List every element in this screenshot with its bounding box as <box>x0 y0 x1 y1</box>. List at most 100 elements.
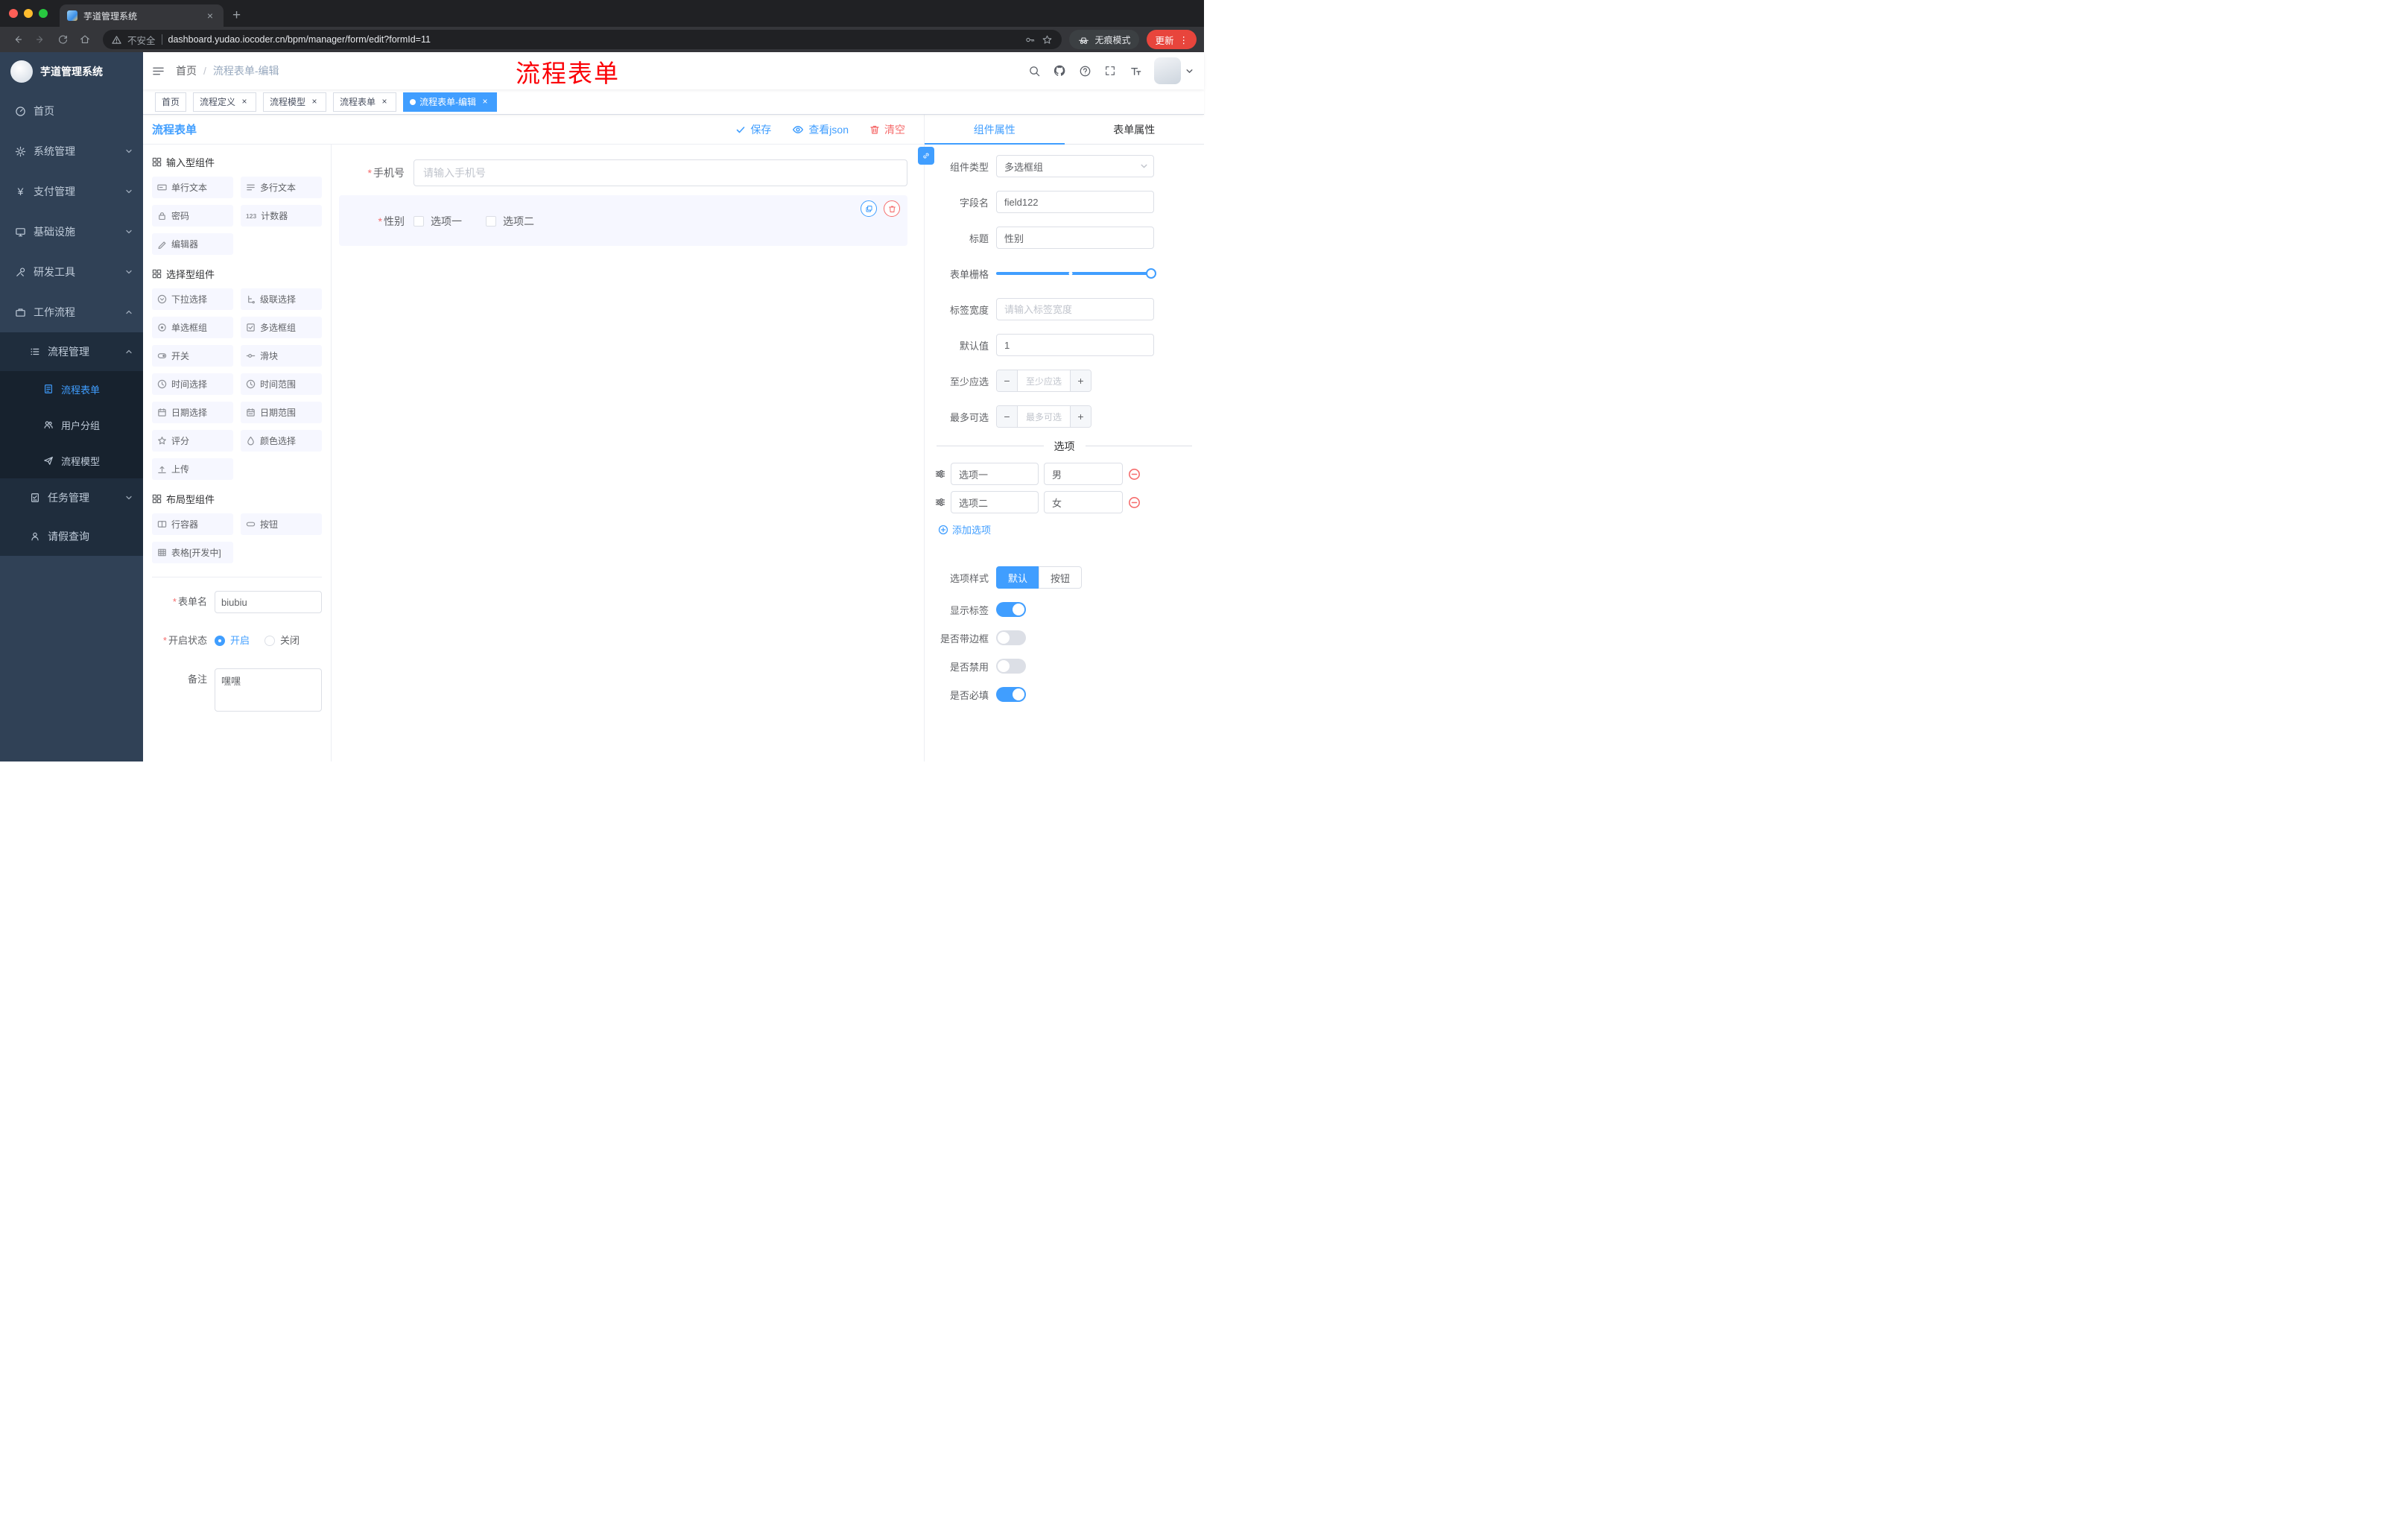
sidebar-item-process-model[interactable]: 流程模型 <box>0 443 143 478</box>
tag-process-model[interactable]: 流程模型 × <box>263 92 327 112</box>
palette-item-cascader[interactable]: 级联选择 <box>241 288 322 310</box>
grid-slider[interactable] <box>996 262 1156 285</box>
option-value-input[interactable] <box>1044 491 1123 513</box>
sidebar-item-payment[interactable]: ¥ 支付管理 <box>0 171 143 212</box>
palette-item-table[interactable]: 表格[开发中] <box>152 542 233 563</box>
view-json-button[interactable]: 查看json <box>792 122 849 137</box>
browser-update-button[interactable]: 更新 ⋮ <box>1147 30 1197 49</box>
avatar[interactable] <box>1154 57 1181 84</box>
gender-option-1[interactable]: 选项一 <box>414 214 462 229</box>
canvas-field-phone[interactable]: * 手机号 <box>339 159 907 186</box>
slider-track[interactable] <box>996 268 1156 279</box>
reload-icon[interactable] <box>52 29 73 50</box>
gender-option-2[interactable]: 选项二 <box>486 214 534 229</box>
sidebar-item-system[interactable]: 系统管理 <box>0 131 143 171</box>
title-input[interactable] <box>996 227 1154 249</box>
style-default-button[interactable]: 默认 <box>996 566 1040 589</box>
stepper-increase-button[interactable]: + <box>1070 406 1091 427</box>
drag-handle-icon[interactable] <box>935 469 945 479</box>
clear-button[interactable]: 清空 <box>869 122 905 137</box>
bookmark-star-icon[interactable] <box>1042 34 1053 45</box>
palette-item-switch[interactable]: 开关 <box>152 345 233 367</box>
stepper-decrease-button[interactable]: − <box>997 406 1018 427</box>
status-radio-off[interactable]: 关闭 <box>264 630 300 652</box>
add-option-button[interactable]: 添加选项 <box>938 522 1204 536</box>
tag-home[interactable]: 首页 <box>155 92 187 112</box>
form-name-input[interactable] <box>215 591 322 613</box>
palette-item-date-range[interactable]: 日期范围 <box>241 402 322 423</box>
palette-item-editor[interactable]: 编辑器 <box>152 233 233 255</box>
window-zoom-button[interactable] <box>39 9 48 18</box>
window-close-button[interactable] <box>9 9 18 18</box>
tag-process-form-edit[interactable]: 流程表单-编辑 × <box>403 92 498 112</box>
back-icon[interactable] <box>7 29 28 50</box>
option-value-input[interactable] <box>1044 463 1123 485</box>
key-icon[interactable] <box>1024 34 1036 45</box>
palette-item-password[interactable]: 密码 <box>152 205 233 227</box>
palette-item-select[interactable]: 下拉选择 <box>152 288 233 310</box>
url-text[interactable]: dashboard.yudao.iocoder.cn/bpm/manager/f… <box>168 34 1019 45</box>
help-icon[interactable] <box>1072 52 1097 89</box>
required-switch[interactable] <box>996 687 1026 702</box>
remove-option-icon[interactable] <box>1128 468 1141 481</box>
palette-item-time-picker[interactable]: 时间选择 <box>152 373 233 395</box>
delete-component-button[interactable] <box>884 200 900 217</box>
more-vertical-icon[interactable]: ⋮ <box>1179 34 1189 45</box>
palette-item-radio-group[interactable]: 单选框组 <box>152 317 233 338</box>
tag-process-definition[interactable]: 流程定义 × <box>193 92 257 112</box>
search-icon[interactable] <box>1021 52 1047 89</box>
show-label-switch[interactable] <box>996 602 1026 617</box>
palette-item-time-range[interactable]: 时间范围 <box>241 373 322 395</box>
stepper-placeholder[interactable]: 至少应选 <box>1018 370 1070 391</box>
home-icon[interactable] <box>75 29 95 50</box>
palette-item-single-text[interactable]: 单行文本 <box>152 177 233 198</box>
forward-icon[interactable] <box>30 29 51 50</box>
field-name-input[interactable] <box>996 191 1154 213</box>
sidebar-item-task-management[interactable]: 任务管理 <box>0 478 143 517</box>
default-value-input[interactable] <box>996 334 1154 356</box>
palette-item-color-picker[interactable]: 颜色选择 <box>241 430 322 452</box>
font-size-icon[interactable] <box>1123 52 1148 89</box>
tab-component-props[interactable]: 组件属性 <box>925 115 1065 145</box>
sidebar-item-leave-query[interactable]: 请假查询 <box>0 517 143 556</box>
with-border-switch[interactable] <box>996 630 1026 645</box>
palette-item-row-container[interactable]: 行容器 <box>152 513 233 535</box>
palette-item-checkbox-group[interactable]: 多选框组 <box>241 317 322 338</box>
drag-handle-icon[interactable] <box>935 497 945 507</box>
external-link-button[interactable] <box>918 147 934 165</box>
canvas-field-gender-selected[interactable]: * 性别 选项一 选项二 <box>339 195 907 246</box>
url-bar[interactable]: 不安全 dashboard.yudao.iocoder.cn/bpm/manag… <box>103 30 1062 49</box>
tag-close-icon[interactable]: × <box>480 96 490 107</box>
slider-handle[interactable] <box>1146 268 1156 279</box>
breadcrumb-home[interactable]: 首页 <box>176 63 197 78</box>
style-button-button[interactable]: 按钮 <box>1039 566 1083 589</box>
sidebar-item-process-management[interactable]: 流程管理 <box>0 332 143 371</box>
palette-item-date-picker[interactable]: 日期选择 <box>152 402 233 423</box>
stepper-increase-button[interactable]: + <box>1070 370 1091 391</box>
hamburger-icon[interactable] <box>143 52 173 89</box>
tag-close-icon[interactable]: × <box>379 96 390 107</box>
caret-down-icon[interactable] <box>1185 67 1194 75</box>
browser-tab[interactable]: 芋道管理系统 × <box>60 4 224 27</box>
remove-option-icon[interactable] <box>1128 496 1141 509</box>
sidebar-item-user-group[interactable]: 用户分组 <box>0 407 143 443</box>
tag-close-icon[interactable]: × <box>239 96 250 107</box>
stepper-placeholder[interactable]: 最多可选 <box>1018 406 1070 427</box>
palette-item-slider[interactable]: 滑块 <box>241 345 322 367</box>
copy-component-button[interactable] <box>861 200 877 217</box>
option-label-input[interactable] <box>951 463 1039 485</box>
fullscreen-icon[interactable] <box>1097 52 1123 89</box>
sidebar-item-process-form[interactable]: 流程表单 <box>0 371 143 407</box>
palette-item-counter[interactable]: 123 计数器 <box>241 205 322 227</box>
tab-close-icon[interactable]: × <box>204 10 216 22</box>
sidebar-item-workflow[interactable]: 工作流程 <box>0 292 143 332</box>
remark-textarea[interactable]: 嘿嘿 <box>215 668 322 712</box>
security-label[interactable]: 不安全 <box>127 33 156 47</box>
github-icon[interactable] <box>1047 52 1072 89</box>
palette-item-multi-text[interactable]: 多行文本 <box>241 177 322 198</box>
checkbox-box[interactable] <box>414 216 424 227</box>
label-width-input[interactable] <box>996 298 1154 320</box>
palette-item-button[interactable]: 按钮 <box>241 513 322 535</box>
sidebar-item-devtools[interactable]: 研发工具 <box>0 252 143 292</box>
palette-item-rate[interactable]: 评分 <box>152 430 233 452</box>
